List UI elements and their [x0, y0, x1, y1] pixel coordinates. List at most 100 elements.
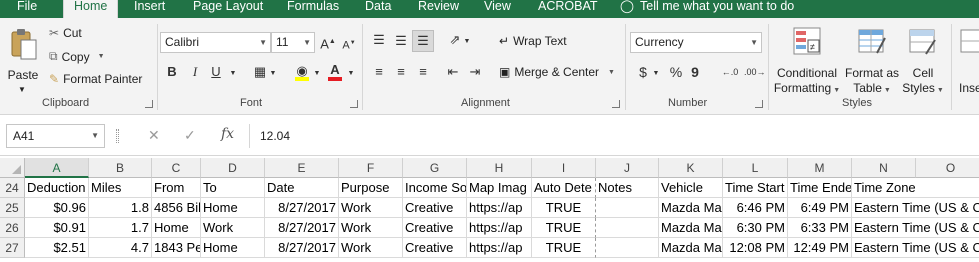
- column-header-d[interactable]: D: [201, 158, 265, 178]
- accounting-format-icon[interactable]: $: [637, 64, 649, 80]
- table-cell[interactable]: Mazda Ma: [659, 238, 723, 258]
- table-cell[interactable]: Work: [201, 218, 265, 238]
- decrease-font-size-icon[interactable]: A▼: [342, 35, 356, 54]
- align-top-icon[interactable]: ☰: [370, 32, 388, 48]
- name-box[interactable]: A41 ▼: [6, 124, 105, 148]
- cancel-icon[interactable]: ✕: [148, 127, 160, 144]
- font-color-button[interactable]: A: [327, 62, 343, 81]
- table-cell[interactable]: [596, 198, 659, 218]
- font-launcher-icon[interactable]: [350, 100, 358, 108]
- fill-color-dropdown-icon[interactable]: ▼: [313, 66, 321, 82]
- italic-button[interactable]: I: [190, 64, 200, 80]
- column-header-h[interactable]: H: [467, 158, 532, 178]
- formula-bar-grip[interactable]: [116, 129, 119, 143]
- conditional-formatting-button[interactable]: ≠ Conditional Formatting ▼: [772, 24, 842, 96]
- fill-color-button[interactable]: ◉: [294, 63, 310, 81]
- clipboard-launcher-icon[interactable]: [145, 100, 153, 108]
- copy-button[interactable]: ⧉ Copy ▼: [49, 49, 105, 64]
- header-cell[interactable]: Notes: [596, 178, 659, 198]
- table-cell[interactable]: Home: [152, 218, 201, 238]
- header-cell[interactable]: Purpose: [339, 178, 403, 198]
- table-cell[interactable]: 6:49 PM: [788, 198, 852, 218]
- header-cell[interactable]: From: [152, 178, 201, 198]
- paste-dropdown-icon[interactable]: ▼: [18, 82, 26, 97]
- column-header-e[interactable]: E: [265, 158, 339, 178]
- format-as-table-button[interactable]: Format as Table ▼: [843, 24, 901, 96]
- row-header[interactable]: 25: [0, 198, 25, 218]
- header-cell[interactable]: Vehicle: [659, 178, 723, 198]
- formula-input[interactable]: 12.04: [249, 124, 979, 148]
- table-cell[interactable]: [596, 238, 659, 258]
- table-cell[interactable]: Creative: [403, 198, 467, 218]
- row-header[interactable]: 27: [0, 238, 25, 258]
- align-left-icon[interactable]: ≡: [370, 64, 388, 80]
- table-cell[interactable]: 8/27/2017: [265, 218, 339, 238]
- column-header-m[interactable]: M: [788, 158, 852, 178]
- tab-data[interactable]: Data: [365, 0, 391, 18]
- orientation-icon[interactable]: ⇗: [446, 32, 464, 48]
- column-header-c[interactable]: C: [152, 158, 201, 178]
- merge-center-button[interactable]: ▣ Merge & Center ▼: [499, 65, 615, 79]
- column-header-i[interactable]: I: [532, 158, 596, 178]
- tab-page-layout[interactable]: Page Layout: [193, 0, 263, 18]
- table-cell[interactable]: $0.96: [25, 198, 89, 218]
- table-cell[interactable]: https://ap: [467, 238, 532, 258]
- tab-acrobat[interactable]: ACROBAT: [538, 0, 598, 18]
- table-cell[interactable]: 12:08 PM: [723, 238, 788, 258]
- orientation-dropdown-icon[interactable]: ▼: [463, 34, 471, 50]
- table-cell[interactable]: Home: [201, 238, 265, 258]
- tell-me-search[interactable]: ◯ Tell me what you want to do: [620, 0, 794, 18]
- table-cell[interactable]: Work: [339, 218, 403, 238]
- column-header-o[interactable]: O: [916, 158, 979, 178]
- table-cell[interactable]: 4856 Bil: [152, 198, 201, 218]
- accounting-dropdown-icon[interactable]: ▼: [652, 66, 660, 82]
- row-header[interactable]: 26: [0, 218, 25, 238]
- alignment-launcher-icon[interactable]: [612, 100, 620, 108]
- table-cell[interactable]: Work: [339, 238, 403, 258]
- tab-file[interactable]: File: [17, 0, 37, 18]
- table-cell[interactable]: $2.51: [25, 238, 89, 258]
- increase-font-size-icon[interactable]: A▲: [320, 34, 336, 52]
- table-cell[interactable]: TRUE: [532, 218, 596, 238]
- header-cell[interactable]: Deduction: [25, 178, 89, 198]
- header-cell[interactable]: To: [201, 178, 265, 198]
- column-header-j[interactable]: J: [596, 158, 659, 178]
- table-cell[interactable]: Home: [201, 198, 265, 218]
- percent-style-icon[interactable]: %: [669, 64, 683, 80]
- table-cell[interactable]: 12:49 PM: [788, 238, 852, 258]
- column-header-f[interactable]: F: [339, 158, 403, 178]
- header-cell[interactable]: Time Ende: [788, 178, 852, 198]
- merge-dropdown-icon[interactable]: ▼: [608, 69, 615, 76]
- align-right-icon[interactable]: ≡: [414, 64, 432, 80]
- table-cell[interactable]: Mazda Ma: [659, 198, 723, 218]
- underline-button[interactable]: U: [210, 64, 222, 80]
- underline-dropdown-icon[interactable]: ▼: [229, 66, 237, 82]
- font-color-dropdown-icon[interactable]: ▼: [347, 66, 355, 82]
- table-cell[interactable]: 1.7: [89, 218, 152, 238]
- column-header-g[interactable]: G: [403, 158, 467, 178]
- table-cell[interactable]: Creative: [403, 218, 467, 238]
- number-format-select[interactable]: Currency ▼: [630, 32, 762, 53]
- table-cell[interactable]: 1843 Pe: [152, 238, 201, 258]
- table-cell[interactable]: Eastern Time (US & C: [852, 198, 979, 218]
- increase-indent-icon[interactable]: ⇥: [466, 64, 484, 80]
- number-launcher-icon[interactable]: [755, 100, 763, 108]
- header-cell[interactable]: Date: [265, 178, 339, 198]
- decrease-decimal-icon[interactable]: .00→: [744, 64, 766, 80]
- enter-checkmark-icon[interactable]: ✓: [184, 127, 196, 144]
- bold-button[interactable]: B: [166, 64, 178, 80]
- table-cell[interactable]: [596, 218, 659, 238]
- table-cell[interactable]: Eastern Time (US & C: [852, 218, 979, 238]
- table-cell[interactable]: $0.91: [25, 218, 89, 238]
- header-cell[interactable]: Auto Dete: [532, 178, 596, 198]
- borders-icon[interactable]: ▦: [252, 64, 268, 80]
- table-cell[interactable]: 6:30 PM: [723, 218, 788, 238]
- align-middle-icon[interactable]: ☰: [392, 33, 410, 49]
- insert-cells-button[interactable]: Inse: [955, 24, 979, 96]
- table-cell[interactable]: 6:46 PM: [723, 198, 788, 218]
- table-cell[interactable]: 4.7: [89, 238, 152, 258]
- table-cell[interactable]: Creative: [403, 238, 467, 258]
- insert-function-button[interactable]: fx: [221, 126, 234, 142]
- header-cell[interactable]: Time Start: [723, 178, 788, 198]
- select-all-button[interactable]: [0, 158, 25, 178]
